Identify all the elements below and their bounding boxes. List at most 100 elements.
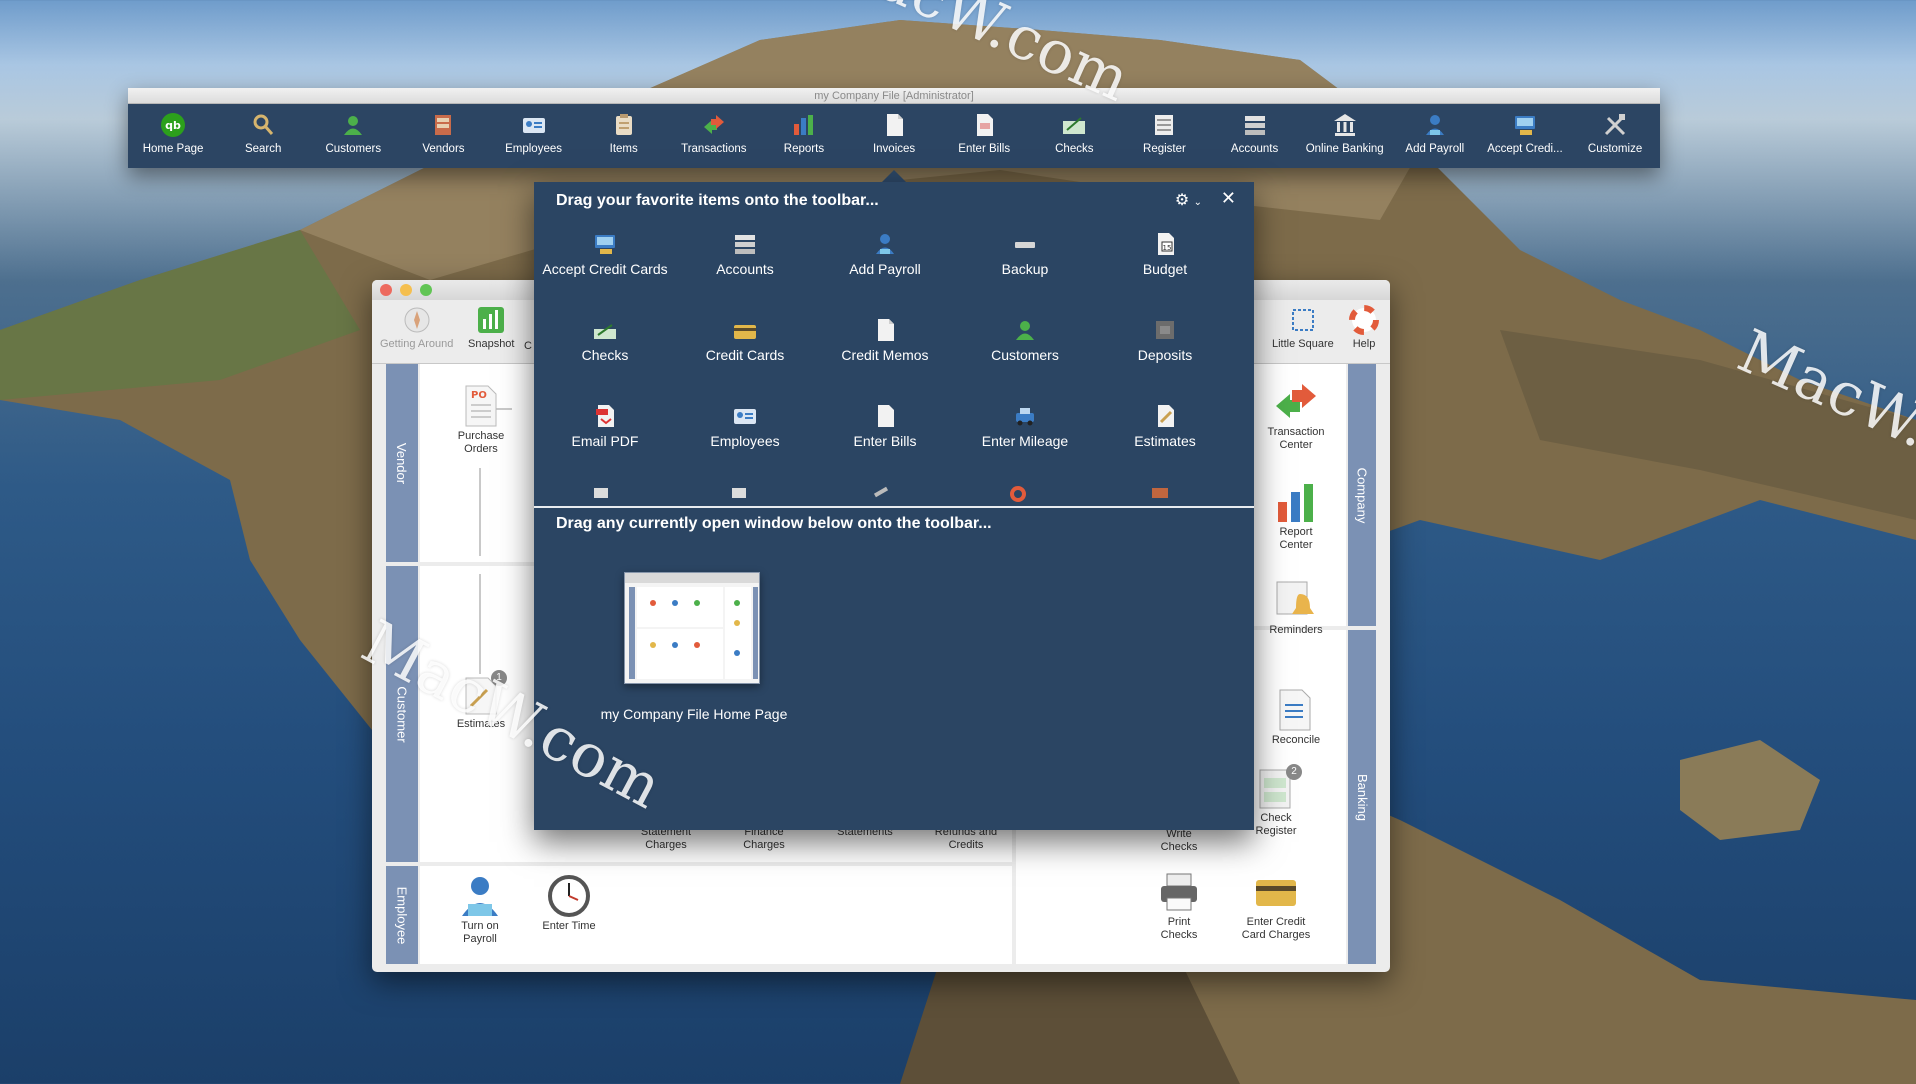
partial-icon [1010,486,1026,502]
magnifier-icon [248,110,278,140]
turn-on-payroll-label: Turn on Payroll [461,920,499,945]
register-icon [1149,110,1179,140]
reminders-button[interactable]: Reminders [1258,578,1334,637]
turn-on-payroll-button[interactable]: Turn on Payroll [442,874,518,946]
close-window-button[interactable] [380,284,392,296]
toolbar-enter-bills[interactable]: Enter Bills [939,104,1029,168]
popover-divider [534,506,1254,508]
report-chart-icon [1274,480,1318,524]
fav-employees[interactable]: Employees [675,402,815,449]
estimates-badge: 1 [491,670,507,686]
snapshot-label: Snapshot [468,338,515,350]
toolbar-register[interactable]: Register [1119,104,1209,168]
fav-label: Backup [1001,261,1049,277]
open-window-thumbnail[interactable] [624,572,760,684]
open-window-label: my Company File Home Page [600,706,788,722]
close-icon[interactable]: ✕ [1221,188,1236,209]
pdf-icon [591,402,619,430]
tools-icon [1600,110,1630,140]
toolbar-search[interactable]: Search [218,104,308,168]
favorites-grid: Accept Credit Cards Accounts Add Payroll… [534,230,1254,502]
fav-email-pdf[interactable]: Email PDF [535,402,675,449]
fav-accept-credit-cards[interactable]: Accept Credit Cards [535,230,675,277]
fav-label: Employees [710,433,780,449]
report-center-button[interactable]: Report Center [1258,480,1334,552]
check-register-badge: 2 [1286,764,1302,780]
square-icon [1287,304,1319,336]
bell-calendar-icon [1274,578,1318,622]
zoom-window-button[interactable] [420,284,432,296]
purchase-orders-button[interactable]: PO Purchase Orders [446,384,516,456]
toolbar-invoices[interactable]: Invoices [849,104,939,168]
backup-drive-icon [1011,230,1039,258]
fav-estimates[interactable]: Estimates [1095,402,1235,449]
banking-band-label: Banking [1354,773,1370,821]
minimize-window-button[interactable] [400,284,412,296]
partial-icon [873,486,889,498]
toolbar-reports[interactable]: Reports [759,104,849,168]
toolbar-accounts[interactable]: Accounts [1210,104,1300,168]
reminders-label: Reminders [1269,624,1323,636]
toolbar-label: Accounts [1230,143,1279,155]
bill-icon [969,110,999,140]
person-icon [1011,316,1039,344]
toolbar-label: Online Banking [1305,143,1384,155]
fav-enter-mileage[interactable]: Enter Mileage [955,402,1095,449]
toolbar-label: Home Page [142,143,204,155]
toolbar-label: Invoices [872,143,916,155]
person-icon [338,110,368,140]
estimates-button[interactable]: 1 Estimates [446,670,516,731]
reconcile-button[interactable]: Reconcile [1258,688,1334,747]
main-window: my Company File [Administrator] qb Home … [128,88,1660,168]
transaction-center-button[interactable]: Transaction Center [1258,380,1334,452]
getting-around-button[interactable]: Getting Around [380,304,453,350]
fav-accounts[interactable]: Accounts [675,230,815,277]
vendor-band: Vendor [386,364,418,562]
document-icon [879,110,909,140]
enter-credit-card-charges-button[interactable]: Enter Credit Card Charges [1234,870,1318,942]
enter-time-button[interactable]: Enter Time [534,874,604,933]
fav-customers[interactable]: Customers [955,316,1095,363]
fav-budget[interactable]: 15 Budget [1095,230,1235,277]
toolbar-home-page[interactable]: qb Home Page [128,104,218,168]
toolbar-items[interactable]: Items [579,104,669,168]
fav-enter-bills[interactable]: Enter Bills [815,402,955,449]
fav-add-payroll[interactable]: Add Payroll [815,230,955,277]
toolbar-customers[interactable]: Customers [308,104,398,168]
fav-credit-cards[interactable]: Credit Cards [675,316,815,363]
toolbar-add-payroll[interactable]: Add Payroll [1390,104,1480,168]
snapshot-button[interactable]: Snapshot [468,304,514,350]
company-band: Company [1348,364,1376,626]
toolbar-checks[interactable]: Checks [1029,104,1119,168]
toolbar-employees[interactable]: Employees [489,104,579,168]
gear-menu-icon[interactable]: ⚙ ⌄ [1175,190,1202,210]
payroll-icon [871,230,899,258]
transaction-arrows-icon [1274,380,1318,424]
fav-label: Accounts [716,261,774,277]
main-toolbar: qb Home Page Search Customers Vendors Em… [128,104,1660,168]
help-button[interactable]: Help [1348,304,1380,350]
fav-label: Deposits [1137,347,1193,363]
gear-icon: ⚙ [1174,192,1190,209]
print-checks-button[interactable]: Print Checks [1144,870,1214,942]
fav-label: Enter Bills [853,433,917,449]
id-card-icon [731,402,759,430]
fav-backup[interactable]: Backup [955,230,1095,277]
toolbar-online-banking[interactable]: Online Banking [1300,104,1390,168]
toolbar-label: Search [244,143,282,155]
toolbar-customize[interactable]: Customize [1570,104,1660,168]
fav-credit-memos[interactable]: Credit Memos [815,316,955,363]
id-card-icon [519,110,549,140]
toolbar-accept-credit[interactable]: Accept Credi... [1480,104,1570,168]
credit-card-icon [731,316,759,344]
fav-deposits[interactable]: Deposits [1095,316,1235,363]
enter-credit-card-charges-label: Enter Credit Card Charges [1241,916,1311,941]
vendor-icon [428,110,458,140]
little-square-button[interactable]: Little Square [1272,304,1334,350]
check-icon [591,316,619,344]
fav-checks[interactable]: Checks [535,316,675,363]
fav-label: Enter Mileage [981,433,1069,449]
toolbar-transactions[interactable]: Transactions [669,104,759,168]
fav-label: Add Payroll [849,261,921,277]
toolbar-vendors[interactable]: Vendors [398,104,488,168]
